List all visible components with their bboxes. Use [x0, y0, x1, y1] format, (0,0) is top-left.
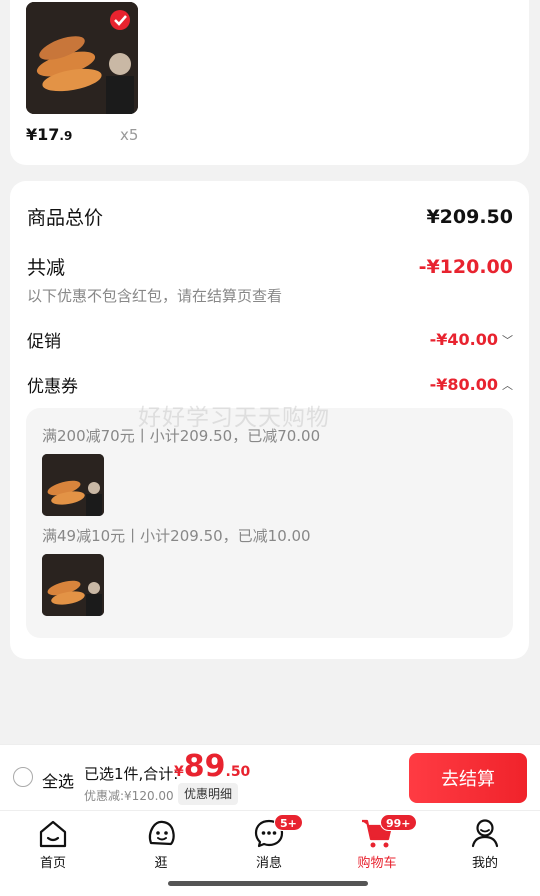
product-image[interactable]: [26, 2, 138, 114]
message-badge: 5+: [274, 814, 303, 831]
item-price: ¥17.9: [26, 125, 73, 144]
tab-label: 我的: [471, 856, 498, 871]
coupon-product-image: [42, 454, 104, 516]
coupon-product-image: [42, 554, 104, 616]
discount-detail-button[interactable]: 优惠明细: [178, 783, 239, 805]
promo-label: 促销: [27, 332, 61, 352]
coupon-label: 优惠券: [27, 377, 78, 397]
select-all-label[interactable]: 全选: [42, 768, 74, 792]
tab-label: 购物车: [357, 856, 397, 871]
checkout-bar: 全选 已选1件,合计: ¥89.50 优惠减:¥120.00 优惠明细 去结算: [0, 744, 540, 810]
checkout-button[interactable]: 去结算: [409, 753, 527, 803]
total-row: 商品总价 ¥209.50: [27, 203, 513, 230]
cart-badge: 99+: [380, 814, 417, 831]
promo-value: -¥40.00: [429, 330, 498, 349]
tab-profile[interactable]: 我的: [450, 817, 520, 871]
tab-browse[interactable]: 逛: [126, 817, 196, 871]
total-label: 商品总价: [27, 207, 104, 229]
coupon-line: 满49减10元丨小计209.50，已减10.00: [42, 527, 311, 545]
profile-icon: [471, 819, 499, 848]
checkout-total: ¥89.50: [174, 749, 251, 784]
tab-label: 逛: [154, 856, 168, 871]
reduce-note: 以下优惠不包含红包，请在结算页查看: [27, 287, 283, 305]
tab-label: 首页: [39, 856, 66, 871]
promo-row[interactable]: 促销 -¥40.00 ﹀: [27, 327, 513, 352]
reduce-row: 共减 -¥120.00: [27, 253, 513, 280]
browse-icon: [148, 820, 175, 846]
home-indicator[interactable]: [168, 881, 368, 886]
discount-note: 优惠减:¥120.00: [84, 789, 174, 803]
home-icon: [39, 820, 67, 848]
tab-home[interactable]: 首页: [18, 817, 88, 871]
chevron-down-icon[interactable]: ﹀: [502, 332, 513, 348]
selected-summary: 已选1件,合计:: [84, 765, 179, 783]
chevron-up-icon[interactable]: ︿: [502, 377, 513, 393]
tab-messages[interactable]: 5+ 消息: [234, 814, 304, 871]
cart-item-card: ¥17.9 x5: [10, 0, 529, 165]
reduce-value: -¥120.00: [418, 255, 513, 278]
coupon-value: -¥80.00: [429, 375, 498, 394]
item-quantity: x5: [120, 126, 139, 144]
coupon-row[interactable]: 优惠券 -¥80.00 ︿: [27, 372, 513, 397]
coupon-detail-box: 满200减70元丨小计209.50，已减70.00 满49减10元丨小计209.…: [26, 408, 513, 638]
reduce-label: 共减: [27, 257, 66, 279]
tab-cart[interactable]: 99+ 购物车: [342, 814, 417, 871]
tab-label: 消息: [255, 856, 282, 871]
total-value: ¥209.50: [426, 205, 513, 228]
select-all-radio[interactable]: [13, 767, 33, 787]
watermark: 好好学习天天购物: [138, 405, 330, 431]
